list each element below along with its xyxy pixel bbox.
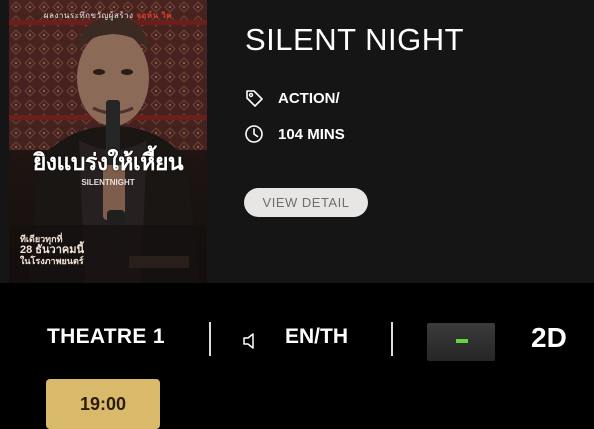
format-badge — [427, 323, 495, 361]
movie-title: SILENT NIGHT — [245, 22, 465, 57]
dimension-label: 2D — [531, 322, 567, 353]
session-strip: THEATRE 1 EN/TH 2D 19:00 — [0, 283, 594, 429]
format-badge-indicator — [456, 339, 468, 343]
speaker-icon — [240, 330, 262, 352]
clock-icon — [244, 124, 264, 144]
showtime-button[interactable]: 19:00 — [46, 379, 160, 429]
poster-tagline: ผลงานระทึกขวัญผู้สร้าง จอห์น วิค — [9, 9, 207, 22]
poster-title-english: SILENTNIGHT — [81, 178, 135, 187]
audio-language: EN/TH — [285, 325, 348, 348]
theatre-name: THEATRE 1 — [47, 325, 165, 348]
movie-poster[interactable]: ผลงานระทึกขวัญผู้สร้าง จอห์น วิค ยิงแบร่… — [9, 0, 207, 283]
view-detail-button[interactable]: VIEW DETAIL — [244, 188, 368, 217]
poster-tagline-accent: จอห์น วิค — [136, 11, 173, 20]
poster-release-date: ทีเดียวทุกที่ 28 ธันวาคมนี้ ในโรงภาพยนตร… — [20, 234, 100, 267]
poster-title-thai: ยิงแบร่งให้เหี้ยน — [32, 149, 184, 175]
duration-row: 104 MINS — [244, 123, 345, 145]
divider — [391, 322, 393, 356]
genre-text: ACTION/ — [278, 89, 340, 107]
poster-tagline-text: ผลงานระทึกขวัญผู้สร้าง — [43, 11, 134, 20]
tag-icon — [244, 88, 264, 108]
poster-release-line: ในโรงภาพยนตร์ — [20, 256, 84, 266]
duration-text: 104 MINS — [278, 125, 345, 143]
movie-card: ผลงานระทึกขวัญผู้สร้าง จอห์น วิค ยิงแบร่… — [0, 0, 594, 283]
divider — [209, 322, 211, 356]
genre-row: ACTION/ — [244, 87, 340, 109]
poster-release-line: 28 ธันวาคมนี้ — [20, 244, 85, 256]
